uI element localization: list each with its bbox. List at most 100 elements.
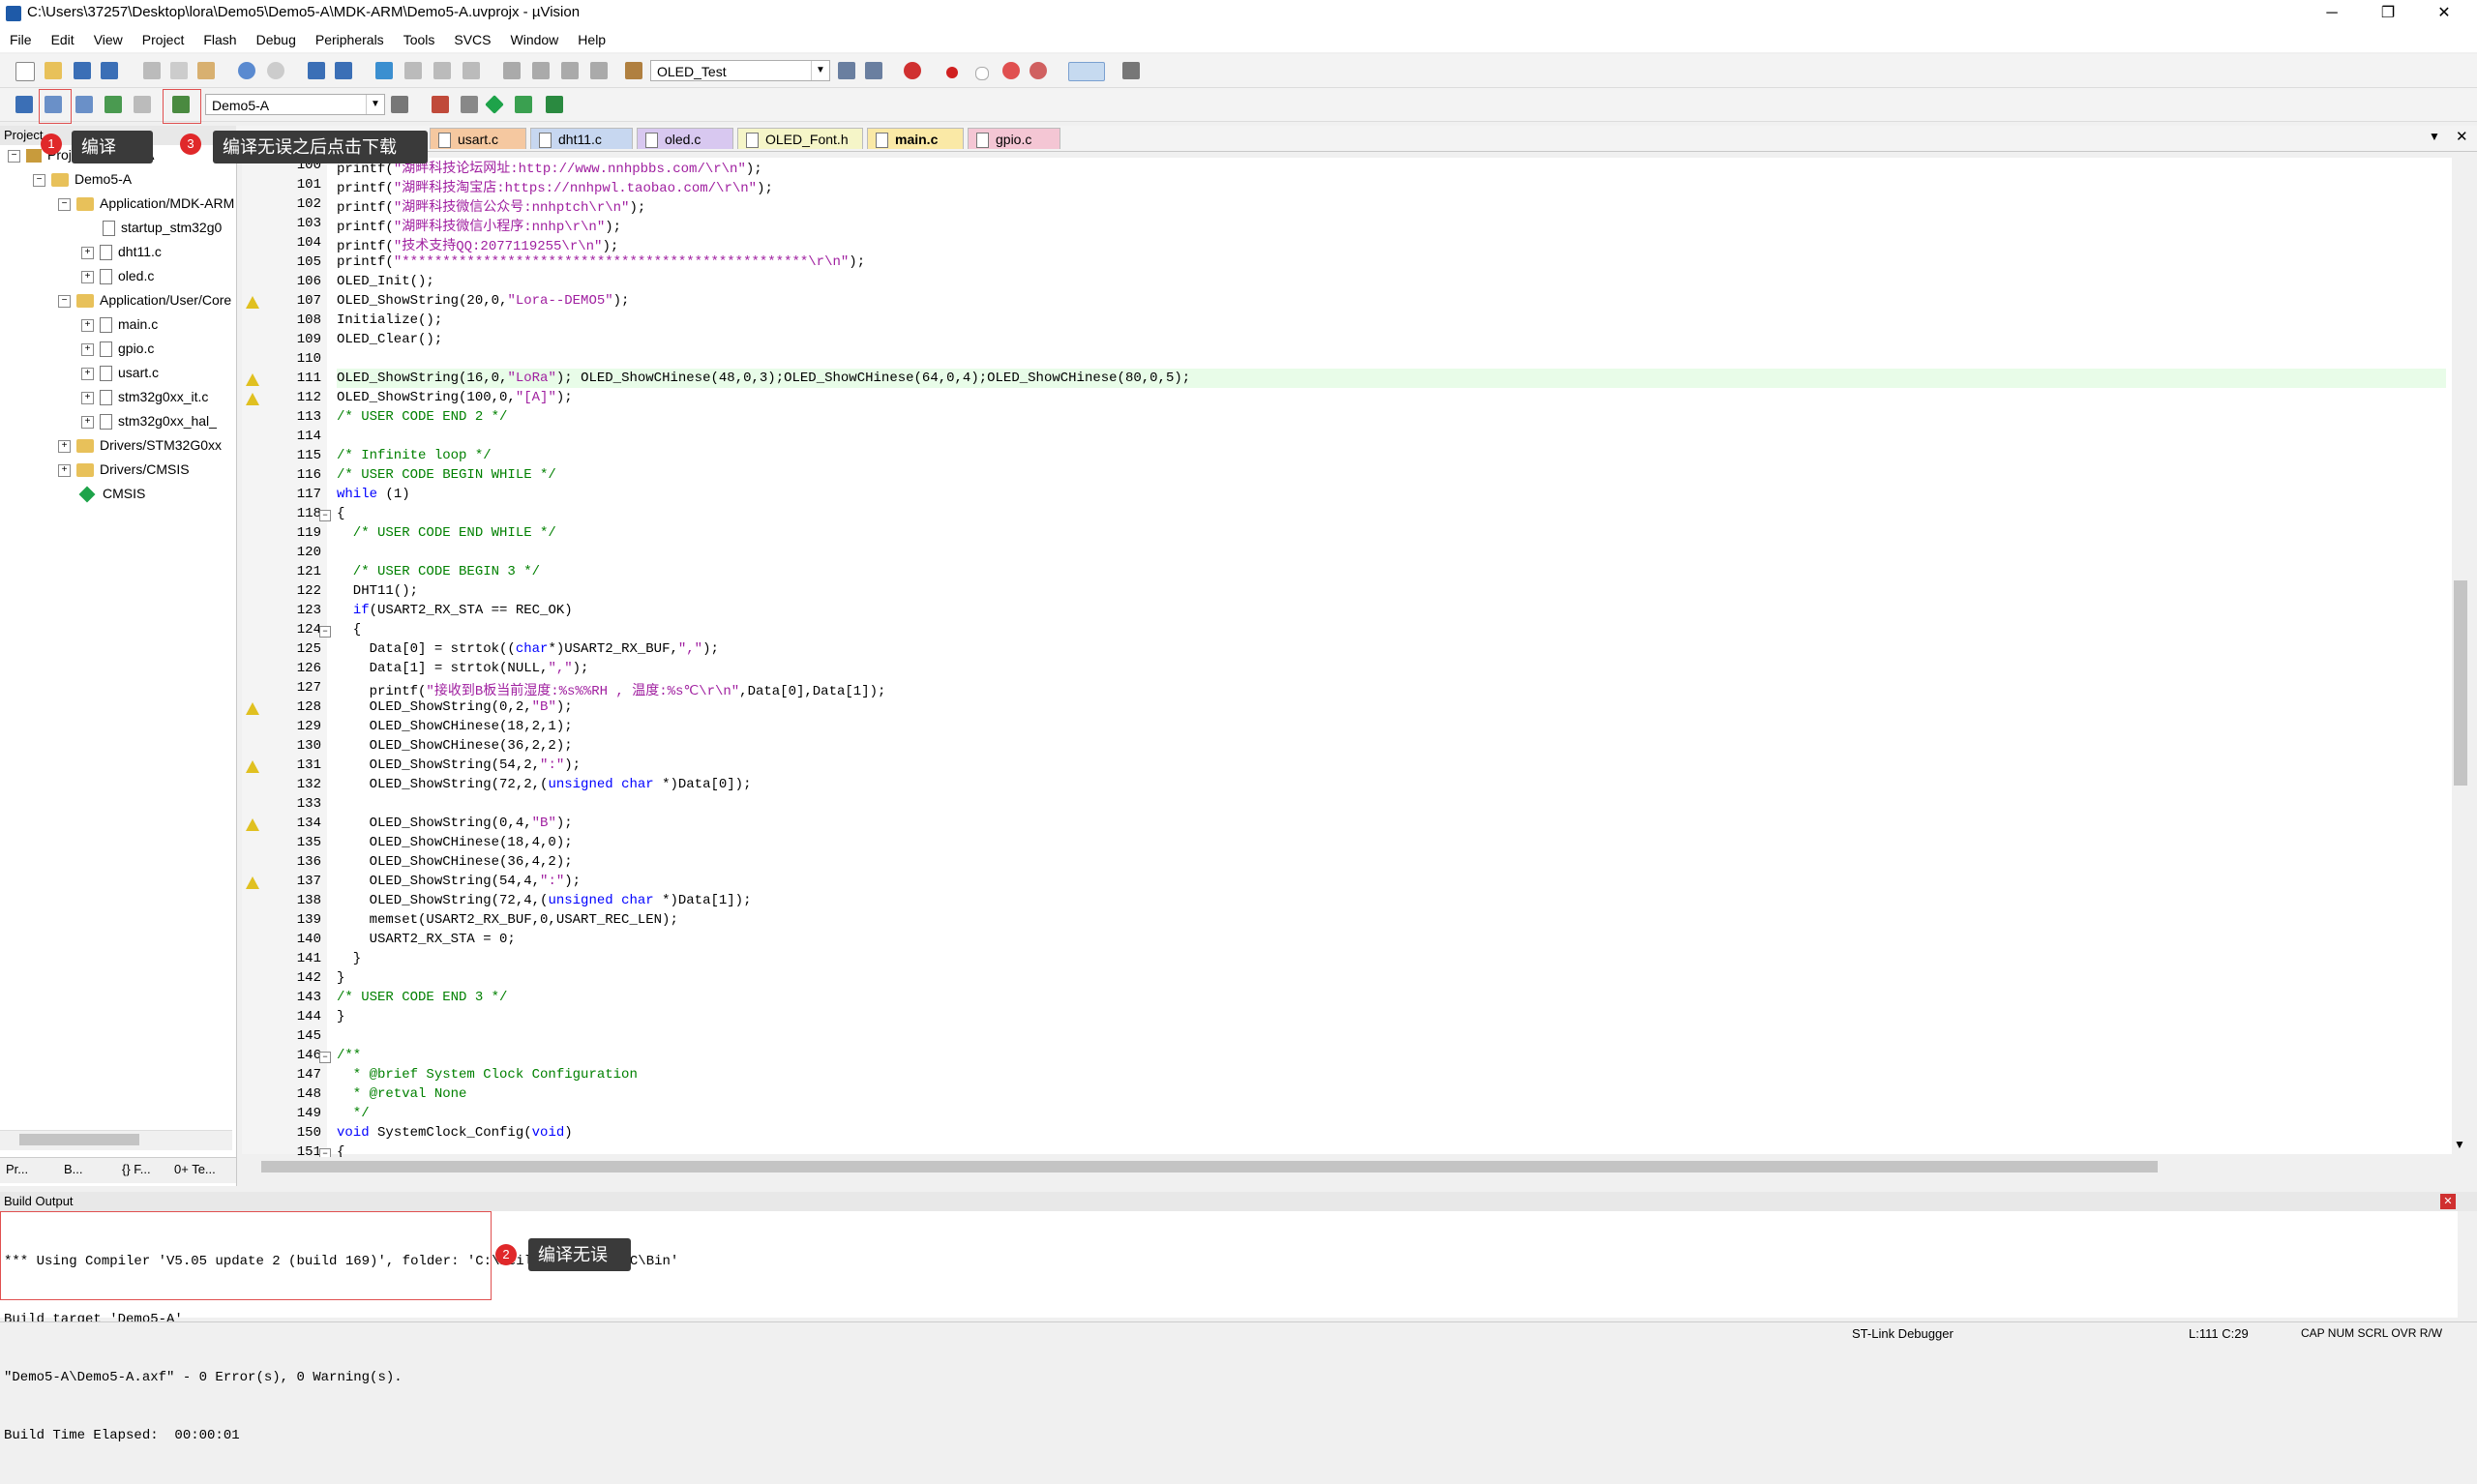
rebuild-icon[interactable]	[75, 96, 93, 113]
code-line[interactable]: OLED_ShowCHinese(18,4,0);	[337, 835, 573, 850]
close-window-button[interactable]: ✕	[2417, 0, 2471, 27]
tab-project[interactable]: Pr...	[6, 1162, 28, 1176]
project-horizontal-scrollbar[interactable]	[0, 1130, 232, 1150]
menu-file[interactable]: File	[0, 27, 42, 52]
code-line[interactable]: OLED_ShowString(0,2,"B");	[337, 699, 573, 715]
code-line[interactable]: OLED_ShowCHinese(18,2,1);	[337, 719, 573, 734]
close-tab-icon[interactable]: ✕	[2456, 128, 2468, 145]
code-line[interactable]: * @brief System Clock Configuration	[337, 1067, 638, 1083]
uncomment-icon[interactable]	[590, 62, 608, 79]
comment-icon[interactable]	[561, 62, 579, 79]
fold-toggle-icon[interactable]: −	[319, 626, 331, 638]
minimize-button[interactable]: ─	[2305, 0, 2359, 27]
horizontal-scrollbar-thumb[interactable]	[261, 1161, 2158, 1172]
code-line[interactable]: OLED_ShowCHinese(36,2,2);	[337, 738, 573, 754]
kill-breakpoints-icon[interactable]	[1030, 62, 1047, 79]
code-line[interactable]: OLED_ShowString(54,2,":");	[337, 757, 581, 773]
vertical-scrollbar-thumb[interactable]	[2454, 580, 2467, 786]
open-file-icon[interactable]	[45, 62, 62, 79]
new-file-icon[interactable]	[15, 62, 35, 81]
warning-icon[interactable]	[246, 876, 259, 889]
tree-file-hal[interactable]: + stm32g0xx_hal_	[81, 409, 217, 432]
code-line[interactable]: OLED_ShowString(20,0,"Lora--DEMO5");	[337, 293, 629, 309]
menu-edit[interactable]: Edit	[42, 27, 84, 52]
scroll-down-icon[interactable]: ▼	[2454, 1138, 2465, 1151]
code-line[interactable]: Data[0] = strtok((char*)USART2_RX_BUF,",…	[337, 641, 719, 657]
code-line[interactable]: memset(USART2_RX_BUF,0,USART_REC_LEN);	[337, 912, 678, 928]
code-line[interactable]: OLED_ShowString(72,4,(unsigned char *)Da…	[337, 893, 752, 908]
tree-file-startup[interactable]: startup_stm32g0	[103, 216, 222, 239]
tree-file-main[interactable]: + main.c	[81, 312, 158, 336]
tab-usart-c[interactable]: usart.c	[430, 128, 526, 149]
save-all-icon[interactable]	[101, 62, 118, 79]
menu-flash[interactable]: Flash	[194, 27, 246, 52]
save-icon[interactable]	[74, 62, 91, 79]
tab-gpio-c[interactable]: gpio.c	[968, 128, 1060, 149]
warning-icon[interactable]	[246, 296, 259, 309]
code-line[interactable]: OLED_ShowString(100,0,"[A]");	[337, 390, 573, 405]
code-line[interactable]: }	[337, 951, 361, 966]
code-line[interactable]: OLED_Init();	[337, 274, 434, 289]
code-line[interactable]: */	[337, 1106, 370, 1121]
translate-icon[interactable]	[15, 96, 33, 113]
tab-list-dropdown-icon[interactable]: ▼	[2429, 130, 2440, 143]
menu-help[interactable]: Help	[568, 27, 615, 52]
code-line[interactable]: }	[337, 1009, 344, 1024]
tab-oled-font-h[interactable]: OLED_Font.h	[737, 128, 863, 149]
prev-bookmark-icon[interactable]	[404, 62, 422, 79]
code-line[interactable]: OLED_ShowString(72,2,(unsigned char *)Da…	[337, 777, 752, 792]
code-line[interactable]: /* USER CODE END WHILE */	[337, 525, 556, 541]
menu-peripherals[interactable]: Peripherals	[306, 27, 394, 52]
scrollbar-thumb[interactable]	[19, 1134, 139, 1145]
tree-drivers-cmsis[interactable]: + Drivers/CMSIS	[58, 458, 190, 481]
tab-books[interactable]: B...	[64, 1162, 83, 1176]
code-line[interactable]: printf("********************************…	[337, 254, 865, 270]
select-packs-icon[interactable]	[461, 96, 478, 113]
clear-bookmarks-icon[interactable]	[463, 62, 480, 79]
code-line[interactable]: OLED_ShowCHinese(36,4,2);	[337, 854, 573, 870]
tab-dht11-c[interactable]: dht11.c	[530, 128, 633, 149]
tab-oled-c[interactable]: oled.c	[637, 128, 733, 149]
tree-file-gpio[interactable]: + gpio.c	[81, 337, 154, 360]
project-target-combo[interactable]: Demo5-A ▼	[205, 94, 385, 115]
manage-project-items-icon[interactable]	[432, 96, 449, 113]
maximize-button[interactable]: ❐	[2361, 0, 2415, 27]
tree-file-usart[interactable]: + usart.c	[81, 361, 159, 384]
code-line[interactable]: if(USART2_RX_STA == REC_OK)	[337, 603, 573, 618]
code-line[interactable]: OLED_Clear();	[337, 332, 442, 347]
code-line[interactable]: Initialize();	[337, 312, 442, 328]
software-packs-icon[interactable]	[546, 96, 563, 113]
disable-breakpoint-icon[interactable]	[975, 67, 989, 80]
collapse-icon[interactable]: −	[58, 197, 71, 211]
warning-icon[interactable]	[246, 760, 259, 773]
code-line[interactable]: /* USER CODE BEGIN 3 */	[337, 564, 540, 579]
nav-back-icon[interactable]	[308, 62, 325, 79]
code-line[interactable]: /* Infinite loop */	[337, 448, 492, 463]
code-line[interactable]: DHT11();	[337, 583, 418, 599]
code-line[interactable]: printf("湖畔科技微信公众号:nnhptch\r\n");	[337, 196, 645, 216]
code-line[interactable]: printf("接收到B板当前湿度:%s%%RH , 温度:%s℃\r\n",D…	[337, 680, 886, 699]
nav-forward-icon[interactable]	[335, 62, 352, 79]
code-line[interactable]: while (1)	[337, 487, 410, 502]
warning-icon[interactable]	[246, 373, 259, 386]
code-line[interactable]: /* USER CODE END 3 */	[337, 990, 507, 1005]
warning-icon[interactable]	[246, 393, 259, 405]
code-line[interactable]: /**	[337, 1048, 361, 1063]
indent-icon[interactable]	[503, 62, 521, 79]
code-editor[interactable]: 100 101 102 103 104 105 106 107 108 109 110 111 112 1…	[242, 158, 2452, 1160]
collapse-icon[interactable]: −	[58, 294, 71, 308]
warning-icon[interactable]	[246, 818, 259, 831]
paste-icon[interactable]	[197, 62, 215, 79]
expand-icon[interactable]: +	[81, 367, 94, 380]
expand-icon[interactable]: +	[81, 415, 94, 429]
code-line[interactable]: OLED_ShowString(16,0,"LoRa"); OLED_ShowC…	[337, 371, 1190, 386]
menu-svcs[interactable]: SVCS	[444, 27, 500, 52]
tab-functions[interactable]: {} F...	[122, 1162, 151, 1176]
code-line[interactable]: /* USER CODE BEGIN WHILE */	[337, 467, 556, 483]
expand-icon[interactable]: +	[58, 439, 71, 453]
tree-app-mdk-arm[interactable]: − Application/MDK-ARM	[58, 192, 234, 215]
code-line[interactable]: {	[337, 506, 344, 521]
tree-file-oled[interactable]: + oled.c	[81, 264, 154, 287]
clear-breakpoints-icon[interactable]	[1002, 62, 1020, 79]
collapse-icon[interactable]: −	[33, 173, 45, 187]
